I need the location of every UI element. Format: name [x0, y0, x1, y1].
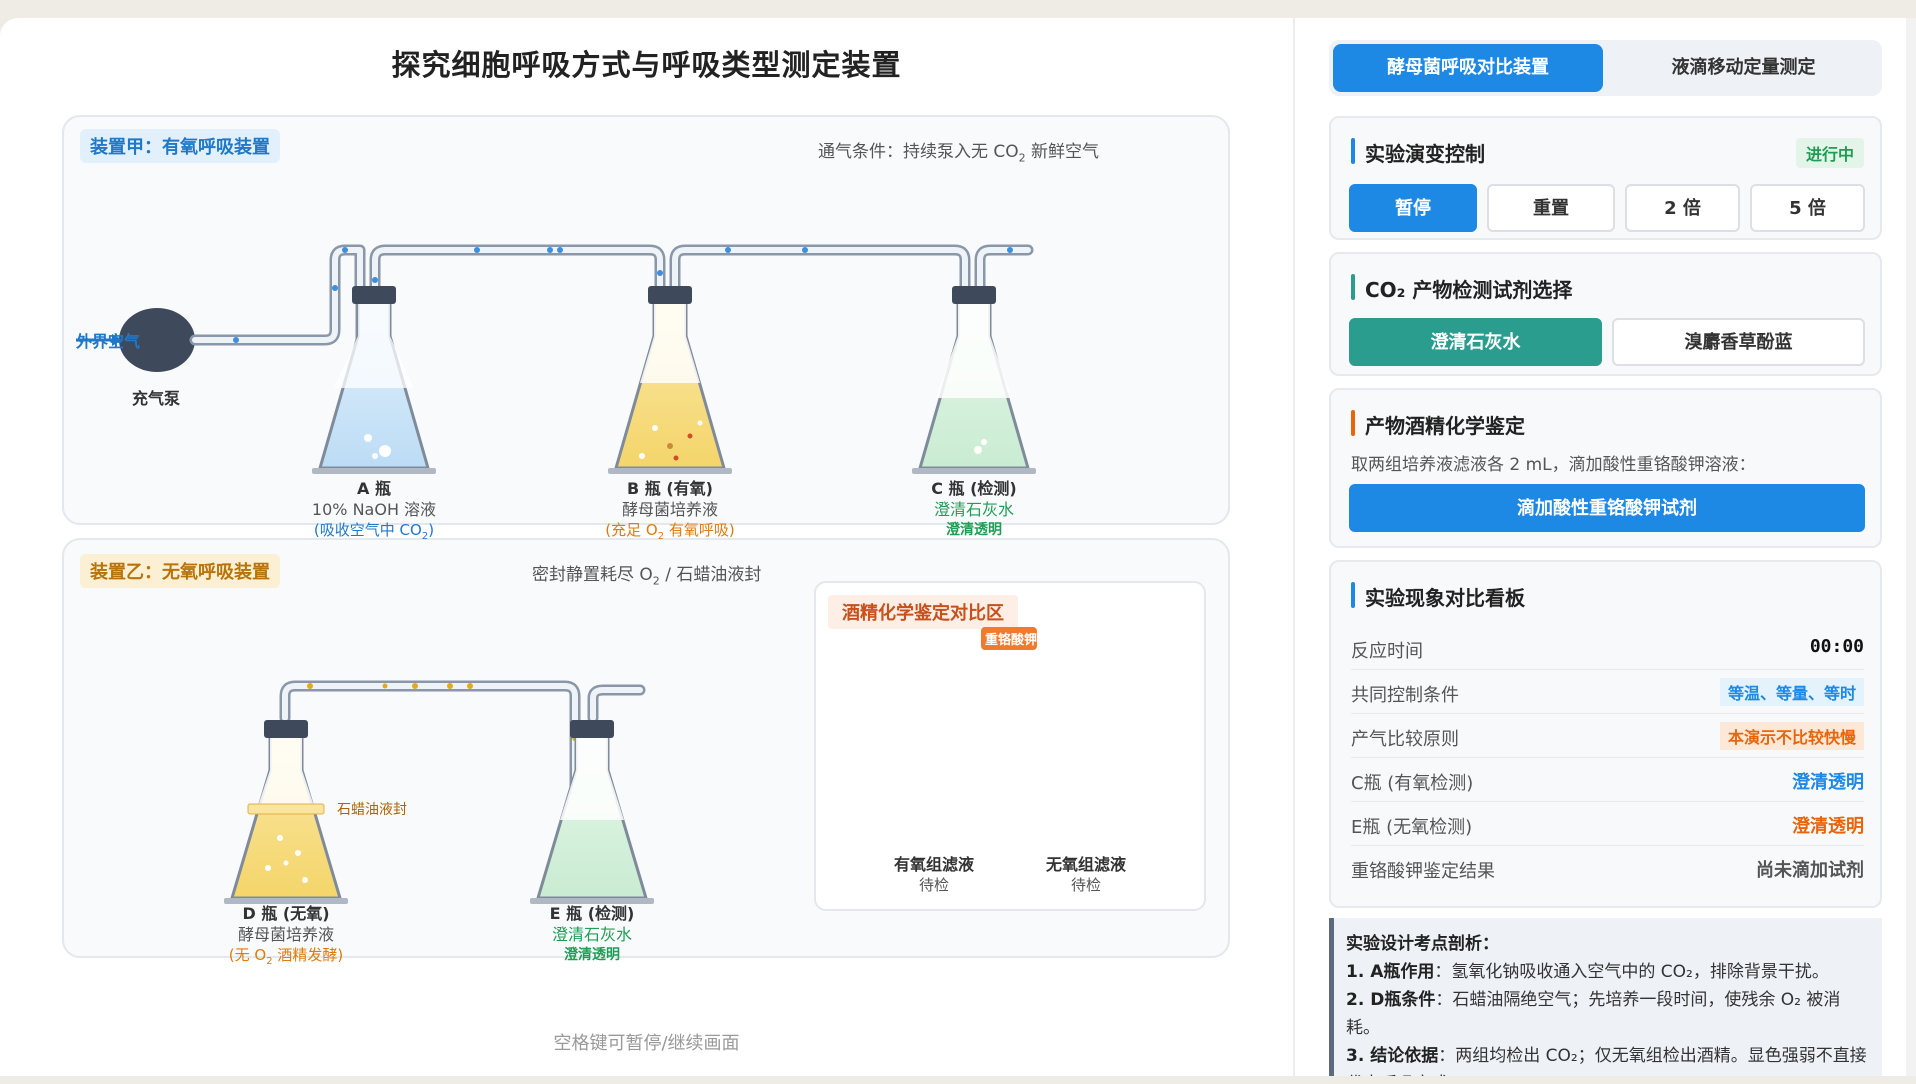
speed-2x-button[interactable]: 2 倍 [1625, 184, 1740, 232]
inlet-label: 外界空气 [76, 332, 141, 351]
flask-e-label: E 瓶 (检测) 澄清石灰水 澄清透明 [549, 904, 635, 963]
reagent-title: CO₂ 产物检测试剂选择 [1351, 274, 1572, 303]
simulation-panel: 探究细胞呼吸方式与呼吸类型测定装置 装置甲：有氧呼吸装置 通气条件：持续泵入无 … [0, 18, 1293, 1076]
limewater-option[interactable]: 澄清石灰水 [1349, 318, 1602, 366]
flask-c [912, 286, 1036, 474]
analysis-item: 3. 结论依据：两组均检出 CO₂；仅无氧组检出酒精。显色强弱不直接代表呼吸方式… [1346, 1046, 1867, 1076]
flask-a-label: A 瓶 10% NaOH 溶液 (吸收空气中 CO2) [311, 479, 437, 542]
tab-droplet-measure[interactable]: 液滴移动定量测定 [1609, 44, 1878, 92]
flask-d-label: D 瓶 (无氧) 酵母菌培养液 (无 O2 酒精发酵) [228, 904, 344, 967]
pause-button[interactable]: 暂停 [1349, 184, 1477, 232]
flask-c-label: C 瓶 (检测) 澄清石灰水 澄清透明 [931, 479, 1017, 538]
analysis-item: 1. A瓶作用：氢氧化钠吸收通入空气中的 CO₂，排除背景干扰。 [1346, 962, 1829, 982]
add-dichromate-button[interactable]: 滴加酸性重铬酸钾试剂 [1349, 484, 1865, 532]
analysis-heading: 实验设计考点剖析： [1346, 934, 1499, 954]
row-reaction-time: 反应时间 00:00 [1351, 626, 1864, 670]
row-c-result: C瓶 (有氧检测) 澄清透明 [1351, 758, 1864, 802]
bromothymol-option[interactable]: 溴麝香草酚蓝 [1612, 318, 1865, 366]
control-panel: 酵母菌呼吸对比装置 液滴移动定量测定 实验演变控制 进行中 暂停 重置 2 倍 … [1295, 18, 1916, 1076]
alcohol-card: 产物酒精化学鉴定 取两组培养液滤液各 2 mL，滴加酸性重铬酸钾溶液： 滴加酸性… [1329, 388, 1882, 548]
speed-5x-button[interactable]: 5 倍 [1750, 184, 1865, 232]
keyboard-hint: 空格键可暂停/继续画面 [553, 1033, 740, 1054]
alcohol-desc: 取两组培养液滤液各 2 mL，滴加酸性重铬酸钾溶液： [1351, 455, 1756, 475]
control-card: 实验演变控制 进行中 暂停 重置 2 倍 5 倍 [1329, 116, 1882, 240]
board-title: 实验现象对比看板 [1351, 582, 1525, 611]
status-badge: 进行中 [1795, 138, 1864, 168]
flask-b [608, 286, 732, 474]
dichromate-dropper: 重铬酸钾 [981, 627, 1037, 650]
tab-yeast-compare[interactable]: 酵母菌呼吸对比装置 [1333, 44, 1603, 92]
row-dichromate-result: 重铬酸钾鉴定结果 尚未滴加试剂 [1351, 860, 1864, 882]
paraffin-label: 石蜡油液封 [337, 802, 407, 818]
row-gas-principle: 产气比较原则 本演示不比较快慢 [1351, 714, 1864, 758]
row-e-result: E瓶 (无氧检测) 澄清透明 [1351, 802, 1864, 846]
pump-label: 充气泵 [132, 389, 181, 408]
mode-tabs: 酵母菌呼吸对比装置 液滴移动定量测定 [1329, 40, 1882, 96]
alcohol-title: 产物酒精化学鉴定 [1351, 410, 1525, 439]
reaction-time-value: 00:00 [1809, 636, 1864, 657]
gas-bubbles-b [307, 683, 578, 781]
compare-title: 酒精化学鉴定对比区 [828, 595, 1018, 629]
reset-button[interactable]: 重置 [1487, 184, 1615, 232]
observation-board: 实验现象对比看板 反应时间 00:00 共同控制条件 等温、等量、等时 产气比较… [1329, 560, 1882, 908]
row-control-conditions: 共同控制条件 等温、等量、等时 [1351, 670, 1864, 714]
setup-a-tubing [189, 244, 1034, 436]
flask-d [224, 720, 348, 904]
scrollbar[interactable] [1906, 18, 1916, 1076]
flask-b-label: B 瓶 (有氧) 酵母菌培养液 (充足 O2 有氧呼吸) [605, 479, 735, 542]
reagent-card: CO₂ 产物检测试剂选择 澄清石灰水 溴麝香草酚蓝 [1329, 252, 1882, 376]
analysis-item: 2. D瓶条件：石蜡油隔绝空气；先培养一段时间，使残余 O₂ 被消耗。 [1346, 990, 1841, 1038]
flask-e [530, 720, 654, 904]
app-window: 探究细胞呼吸方式与呼吸类型测定装置 装置甲：有氧呼吸装置 通气条件：持续泵入无 … [0, 18, 1916, 1076]
analysis-box: 实验设计考点剖析： 1. A瓶作用：氢氧化钠吸收通入空气中的 CO₂，排除背景干… [1329, 918, 1882, 1076]
tube-anaerobic-label: 无氧组滤液 待检 [1045, 855, 1126, 894]
control-title: 实验演变控制 [1351, 138, 1485, 167]
tube-aerobic-label: 有氧组滤液 待检 [893, 855, 974, 894]
alcohol-compare-area: 酒精化学鉴定对比区 重铬酸钾 有氧组滤液 待检 无氧组滤液 待检 [814, 581, 1206, 911]
